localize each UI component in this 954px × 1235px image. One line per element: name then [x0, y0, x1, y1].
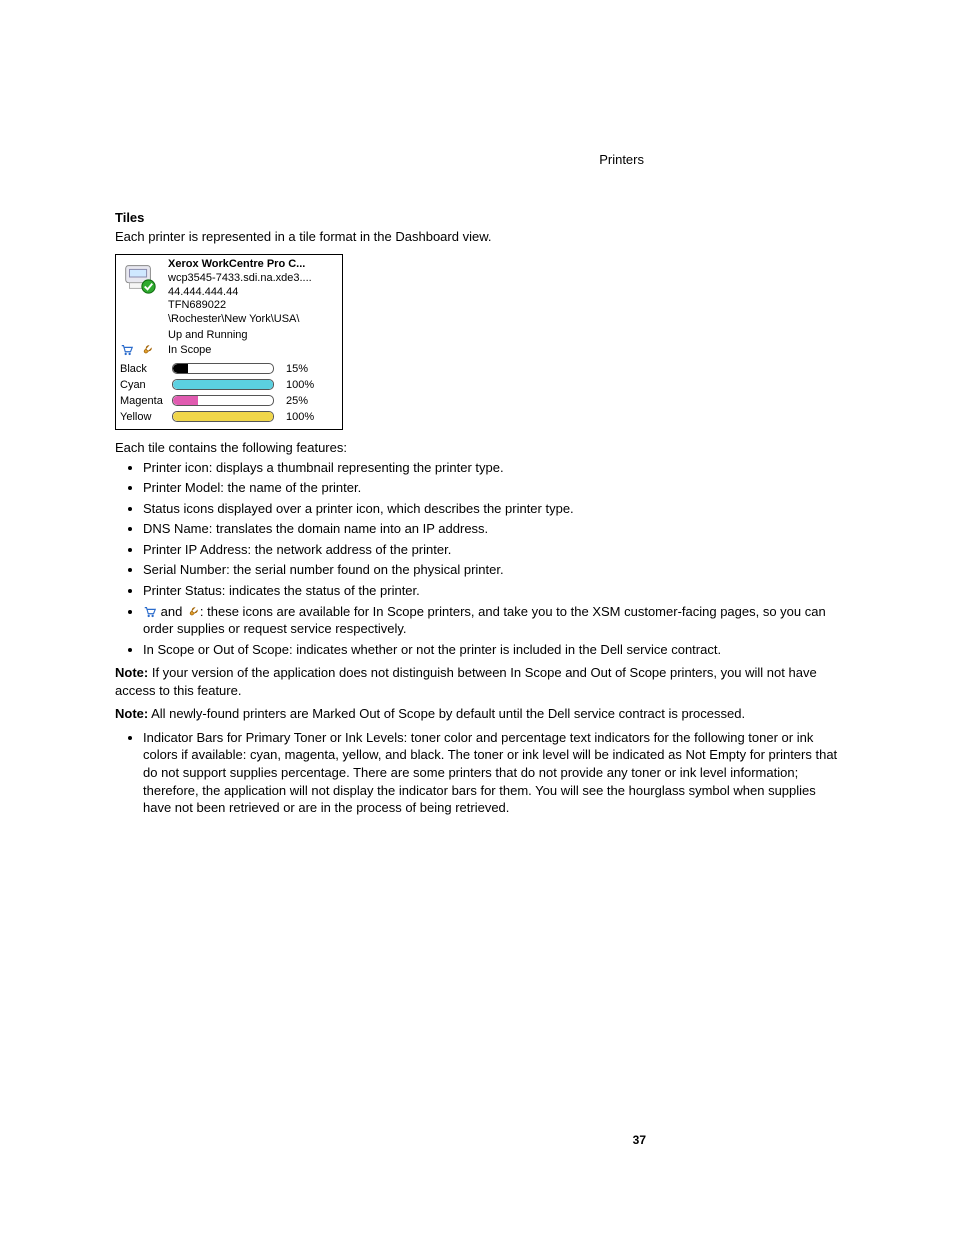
feature-item: Serial Number: the serial number found o…: [143, 561, 839, 579]
feature-item: Printer IP Address: the network address …: [143, 541, 839, 559]
note-bold: Note:: [115, 665, 148, 680]
cart-icon[interactable]: [143, 605, 157, 619]
toner-fill: [173, 412, 273, 421]
tiles-heading: Tiles: [115, 210, 839, 225]
feature-item: Printer Model: the name of the printer.: [143, 479, 839, 497]
printer-serial: TFN689022: [168, 299, 338, 313]
feature-item: Printer icon: displays a thumbnail repre…: [143, 459, 839, 477]
note-text: If your version of the application does …: [115, 665, 817, 698]
feature-item-icons: and : these icons are available for In S…: [143, 603, 839, 638]
toner-bar: [172, 363, 274, 374]
tiles-intro: Each printer is represented in a tile fo…: [115, 229, 839, 244]
toner-bar: [172, 395, 274, 406]
printer-status: Up and Running: [168, 329, 248, 341]
note-text: All newly-found printers are Marked Out …: [148, 706, 745, 721]
page-number: 37: [633, 1133, 646, 1147]
header-section-label: Printers: [599, 152, 644, 167]
scope-row: In Scope: [120, 343, 338, 357]
icon-feature-text: : these icons are available for In Scope…: [143, 604, 826, 637]
feature-item: Indicator Bars for Primary Toner or Ink …: [143, 729, 839, 817]
and-text: and: [157, 604, 186, 619]
features-intro: Each tile contains the following feature…: [115, 440, 839, 455]
feature-item: In Scope or Out of Scope: indicates whet…: [143, 641, 839, 659]
feature-item: DNS Name: translates the domain name int…: [143, 520, 839, 538]
toner-row-cyan: Cyan 100%: [120, 377, 338, 393]
toner-bar: [172, 411, 274, 422]
toner-label: Yellow: [120, 411, 172, 423]
toner-grid: Black 15% Cyan 100% Magenta 25% Yellow 1…: [120, 361, 338, 425]
toner-label: Magenta: [120, 395, 172, 407]
printer-icon-column: [120, 258, 168, 296]
cart-icon[interactable]: [120, 343, 134, 357]
feature-item: Status icons displayed over a printer ic…: [143, 500, 839, 518]
note-bold: Note:: [115, 706, 148, 721]
toner-fill: [173, 396, 198, 405]
printer-tile: Xerox WorkCentre Pro C... wcp3545-7433.s…: [115, 254, 343, 430]
toner-pct: 100%: [286, 411, 314, 423]
wrench-icon[interactable]: [186, 605, 200, 619]
toner-row-black: Black 15%: [120, 361, 338, 377]
printer-ip: 44.444.444.44: [168, 286, 338, 300]
toner-label: Cyan: [120, 379, 172, 391]
toner-fill: [173, 380, 273, 389]
toner-row-magenta: Magenta 25%: [120, 393, 338, 409]
printer-model: Xerox WorkCentre Pro C...: [168, 258, 338, 272]
printer-location: \Rochester\New York\USA\: [168, 313, 338, 327]
printer-dns: wcp3545-7433.sdi.na.xde3....: [168, 272, 338, 286]
toner-pct: 25%: [286, 395, 308, 407]
toner-label: Black: [120, 363, 172, 375]
note-2: Note: All newly-found printers are Marke…: [115, 705, 839, 723]
wrench-icon[interactable]: [140, 343, 154, 357]
printer-scope: In Scope: [168, 344, 211, 356]
document-page: Printers Tiles Each printer is represent…: [0, 0, 954, 1235]
status-row: Up and Running: [120, 329, 338, 341]
toner-bar: [172, 379, 274, 390]
toner-pct: 100%: [286, 379, 314, 391]
tile-text-column: Xerox WorkCentre Pro C... wcp3545-7433.s…: [168, 258, 338, 327]
features-list: Printer icon: displays a thumbnail repre…: [115, 459, 839, 658]
toner-row-yellow: Yellow 100%: [120, 409, 338, 425]
toner-fill: [173, 364, 188, 373]
features-list-2: Indicator Bars for Primary Toner or Ink …: [115, 729, 839, 817]
tile-top: Xerox WorkCentre Pro C... wcp3545-7433.s…: [120, 258, 338, 327]
feature-item: Printer Status: indicates the status of …: [143, 582, 839, 600]
note-1: Note: If your version of the application…: [115, 664, 839, 699]
toner-pct: 15%: [286, 363, 308, 375]
printer-icon: [120, 258, 158, 296]
